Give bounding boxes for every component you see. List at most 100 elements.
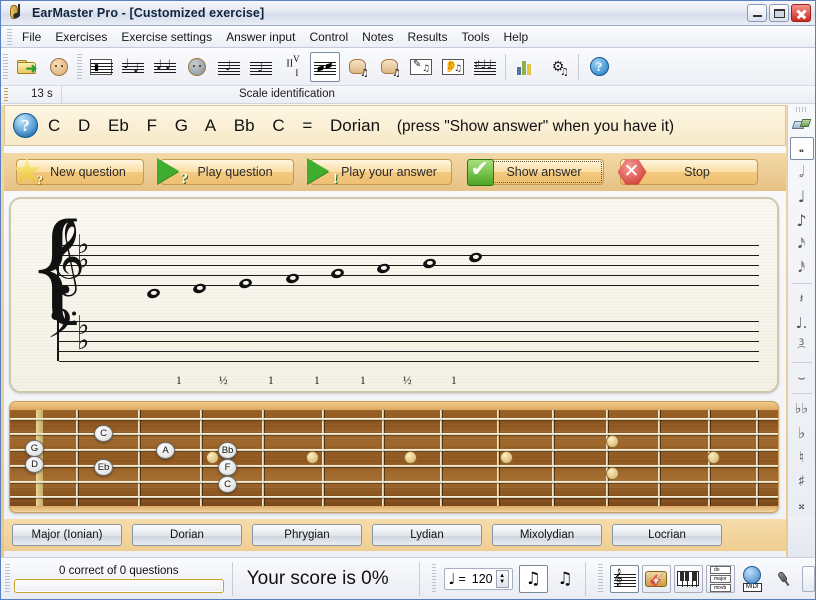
dotted-note-tool[interactable]: ♩. bbox=[790, 312, 814, 335]
progress-section: 0 correct of 0 questions bbox=[13, 564, 224, 593]
play-your-answer-button[interactable]: ! Play your answer bbox=[307, 158, 452, 187]
tempo-control[interactable]: ♩ = 120 ▲ ▼ bbox=[444, 567, 513, 590]
toolbar-grip-2[interactable] bbox=[77, 53, 82, 80]
open-exercise-icon[interactable]: ➜ bbox=[12, 52, 42, 82]
bottom-separator-2 bbox=[418, 561, 420, 596]
rhythm-clapback-icon[interactable]: ♫ bbox=[342, 52, 372, 82]
interval-comparison2-icon[interactable]: ♩ ♩ bbox=[150, 52, 180, 82]
progress-text: 0 correct of 0 questions bbox=[59, 564, 179, 577]
half-note-tool[interactable]: 𝅗𝅥 bbox=[790, 161, 814, 184]
menu-item-control[interactable]: Control bbox=[302, 28, 355, 46]
solfege-view-button[interactable]: do major movb bbox=[705, 564, 735, 593]
sixteenth-note-tool[interactable]: 𝅘𝅥𝅯 bbox=[790, 233, 814, 256]
melody-dictation-icon[interactable]: ♯♩♩ bbox=[470, 52, 500, 82]
play-question-icon: ? bbox=[156, 156, 188, 188]
app-note-icon bbox=[6, 4, 26, 22]
fret-note-Bb[interactable]: Bb bbox=[218, 442, 237, 459]
tie-tool[interactable]: ⌣ bbox=[790, 367, 814, 390]
scale-identification-icon[interactable]: ▰▰ bbox=[310, 51, 340, 82]
fret-note-Eb[interactable]: Eb bbox=[94, 459, 113, 476]
menu-bar: File Exercises Exercise settings Answer … bbox=[1, 26, 815, 48]
fret-note-D[interactable]: D bbox=[25, 456, 44, 473]
rhythm-straight-icon[interactable]: ♫ bbox=[518, 564, 548, 593]
maximize-button[interactable] bbox=[769, 4, 789, 22]
triplet-tool[interactable]: 3 ⌒ bbox=[790, 336, 814, 359]
fret-note-C-high[interactable]: C bbox=[218, 476, 237, 493]
chord-inversions-icon[interactable]: ♩ bbox=[246, 52, 276, 82]
inlay-dot-3 bbox=[306, 451, 319, 464]
double-sharp-tool[interactable]: 𝄪 bbox=[790, 494, 814, 517]
piano-view-button[interactable] bbox=[673, 564, 703, 593]
interval-identification-icon[interactable]: ♩ ♩ bbox=[118, 52, 148, 82]
music-score-panel[interactable]: 𝄞 𝄢 ♭ ♭ ♭ ♭ 1 ½ 1 1 1 ½ 1 bbox=[9, 197, 779, 393]
notation-view-button[interactable]: 𝄞 bbox=[610, 564, 640, 593]
question-note-8: C bbox=[272, 115, 285, 135]
rhythm-swing-icon[interactable]: ♫ bbox=[551, 565, 580, 593]
eighth-note-tool[interactable]: ♪ bbox=[790, 209, 814, 232]
help-icon[interactable]: ? bbox=[584, 52, 614, 82]
fret-note-F[interactable]: F bbox=[218, 459, 237, 476]
earmaster-window: EarMaster Pro - [Customized exercise] Fi… bbox=[0, 0, 816, 600]
menu-item-exercise-settings[interactable]: Exercise settings bbox=[114, 28, 219, 46]
quarter-note-tool[interactable]: ♩ bbox=[790, 185, 814, 208]
interval-comparison-icon[interactable]: ▮ bbox=[86, 52, 116, 82]
score-text: Your score is 0% bbox=[246, 567, 389, 589]
show-answer-button[interactable]: Show answer bbox=[466, 157, 604, 186]
microphone-input-button[interactable] bbox=[770, 565, 799, 593]
question-hint: (press "Show answer" when you have it) bbox=[396, 117, 675, 135]
fretboard-wood: G D C Eb A Bb F C bbox=[10, 410, 778, 506]
rhythm-imitation-icon[interactable]: ♫ bbox=[374, 52, 404, 82]
answer-dorian[interactable]: Dorian bbox=[132, 524, 242, 546]
midi-input-button[interactable]: MIDI bbox=[738, 565, 767, 593]
menu-item-help[interactable]: Help bbox=[497, 28, 536, 46]
inlay-dot-12b bbox=[606, 467, 619, 480]
statistics-icon[interactable] bbox=[511, 52, 541, 82]
rest-tool[interactable]: 𝄽 bbox=[790, 288, 814, 311]
sharp-tool[interactable]: ♯ bbox=[790, 470, 814, 493]
fret-note-G[interactable]: G bbox=[25, 440, 44, 457]
close-button[interactable] bbox=[791, 4, 811, 22]
answer-phrygian[interactable]: Phrygian bbox=[252, 524, 362, 546]
note-palette: 𝅝 𝅗𝅥 ♩ ♪ 𝅘𝅥𝅯 𝅘𝅥𝅰 𝄽 ♩. 3 ⌒ ⌣ ♭♭ ♭ ♮ ♯ 𝄪 bbox=[787, 105, 815, 517]
stop-button[interactable]: Stop bbox=[617, 159, 758, 185]
thirtysecond-note-tool[interactable]: 𝅘𝅥𝅰 bbox=[790, 257, 814, 280]
answer-lydian[interactable]: Lydian bbox=[372, 524, 482, 546]
question-note-5: G bbox=[174, 115, 188, 135]
answer-major-ionian[interactable]: Major (Ionian) bbox=[12, 524, 122, 546]
play-question-button[interactable]: ? Play question bbox=[157, 158, 294, 187]
status-grip bbox=[4, 88, 8, 102]
answer-locrian[interactable]: Locrian bbox=[612, 524, 722, 546]
chord-identification-icon[interactable]: ♩ bbox=[214, 52, 244, 82]
chord-progressions-icon[interactable]: IIV I bbox=[278, 52, 308, 82]
rhythm-dictation-icon[interactable]: 👂 ♫ bbox=[438, 52, 468, 82]
flat-tool[interactable]: ♭ bbox=[790, 422, 814, 445]
teacher-face-icon[interactable] bbox=[44, 52, 74, 82]
interval-singing-icon[interactable] bbox=[182, 52, 212, 82]
natural-tool[interactable]: ♮ bbox=[790, 446, 814, 469]
exercise-settings-icon[interactable]: ⚙ ♫ bbox=[543, 52, 573, 82]
palette-bottom-edge bbox=[787, 517, 815, 557]
solfege-label-1: do bbox=[710, 565, 731, 574]
bass-clef-icon: 𝄢 bbox=[47, 301, 78, 357]
fret-note-A[interactable]: A bbox=[156, 442, 175, 459]
menu-item-file[interactable]: File bbox=[15, 28, 48, 46]
menu-item-notes[interactable]: Notes bbox=[355, 28, 400, 46]
minimize-button[interactable] bbox=[747, 4, 767, 22]
double-flat-tool[interactable]: ♭♭ bbox=[790, 398, 814, 421]
eraser-tool[interactable] bbox=[790, 113, 814, 136]
menu-item-results[interactable]: Results bbox=[400, 28, 454, 46]
guitar-view-button[interactable]: 🎸 bbox=[642, 564, 671, 593]
volume-slider[interactable] bbox=[801, 565, 816, 592]
rhythm-reading-icon[interactable]: ✎ ♫ bbox=[406, 52, 436, 82]
answer-mixolydian[interactable]: Mixolydian bbox=[492, 524, 602, 546]
menu-item-answer-input[interactable]: Answer input bbox=[219, 28, 302, 46]
menu-item-tools[interactable]: Tools bbox=[455, 28, 497, 46]
tempo-spinner[interactable]: ▲ ▼ bbox=[495, 569, 509, 588]
menu-item-exercises[interactable]: Exercises bbox=[48, 28, 114, 46]
palette-grip[interactable] bbox=[795, 107, 808, 112]
whole-note-tool[interactable]: 𝅝 bbox=[789, 136, 814, 160]
fret-note-C-low[interactable]: C bbox=[94, 425, 113, 442]
guitar-fretboard[interactable]: G D C Eb A Bb F C bbox=[9, 401, 779, 513]
new-question-button[interactable]: ? New question bbox=[13, 157, 144, 187]
toolbar-grip-1[interactable] bbox=[3, 53, 8, 80]
